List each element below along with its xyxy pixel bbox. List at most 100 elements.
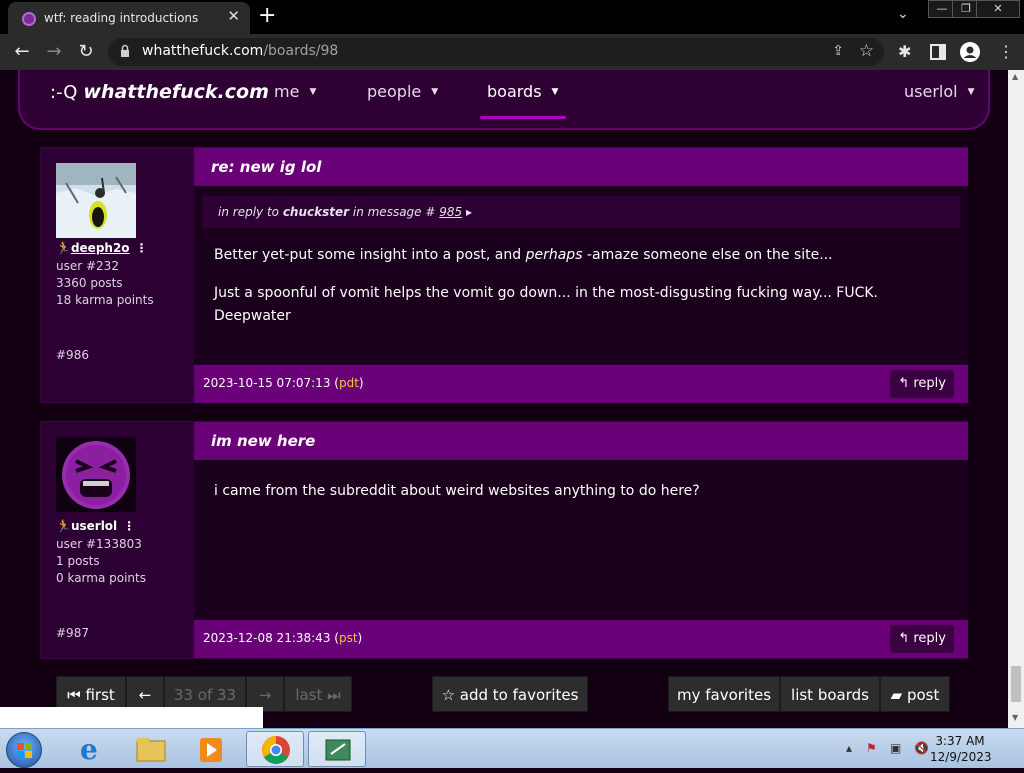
message-body: in reply to chuckster in message # 985 ▸…	[194, 186, 968, 364]
close-window-button[interactable]: ✕	[976, 0, 1020, 18]
message-number[interactable]: #987	[56, 626, 89, 640]
tab-title: wtf: reading introductions	[44, 11, 199, 25]
post-author-panel: 🏃userlol ⋮ user #133803 1 posts 0 karma p…	[41, 422, 193, 658]
user-id: user #133803	[56, 537, 142, 551]
message-number[interactable]: #986	[56, 348, 89, 362]
post-author[interactable]: 🏃userlol ⋮	[56, 519, 135, 533]
windows-taskbar: e ▴ ⚑ ▣ 🔇 3:37 AM 12/9/2023	[0, 728, 1024, 768]
user-karma: 18 karma points	[56, 293, 154, 307]
lock-icon	[121, 44, 129, 57]
message-body: i came from the subreddit about weird we…	[194, 460, 968, 620]
reload-icon[interactable]: ↻	[74, 40, 98, 64]
arrow-left-icon: ←	[138, 686, 152, 704]
skip-forward-icon: ⏭	[327, 686, 341, 704]
user-avatar-image[interactable]	[56, 163, 136, 238]
message-footer: 2023-10-15 07:07:13 (pdt) ↰ reply	[194, 365, 968, 403]
site-favicon-icon	[22, 12, 36, 26]
reply-arrow-icon: ↰	[898, 631, 914, 646]
post-986: 🏃deeph2o ⋮ user #232 3360 posts 18 karma …	[40, 147, 968, 403]
message-paragraph: Just a spoonful of vomit helps the vomit…	[214, 285, 879, 324]
forward-arrow-icon[interactable]: →	[42, 40, 66, 64]
runner-icon: 🏃	[56, 241, 71, 255]
clock-time: 3:37 AM	[935, 734, 985, 748]
scroll-up-icon[interactable]: ▲	[1012, 72, 1018, 81]
back-arrow-icon[interactable]: ←	[10, 40, 34, 64]
site-navbar: :-Q whatthefuck.com me ▼ people ▼ boards ▼ u…	[18, 70, 990, 130]
skip-back-icon: ⏮	[67, 686, 81, 704]
add-to-favorites-button[interactable]: ☆ add to favorites	[432, 676, 588, 712]
note-icon: ▰	[890, 686, 903, 704]
extensions-puzzle-icon[interactable]: ✱	[898, 42, 911, 61]
arrow-right-icon: →	[258, 686, 272, 704]
taskbar-app[interactable]	[308, 731, 366, 767]
user-id: user #232	[56, 259, 119, 273]
share-icon[interactable]: ⇪	[832, 43, 844, 59]
reply-button[interactable]: ↰ reply	[890, 625, 954, 653]
new-tab-button[interactable]: +	[258, 4, 276, 28]
nav-people[interactable]: people ▼	[367, 82, 438, 101]
side-panel-icon[interactable]	[930, 44, 946, 60]
address-bar[interactable]: whatthefuck.com/boards/98 ⇪ ☆	[108, 38, 884, 66]
runner-icon: 🏃	[56, 519, 71, 533]
tray-volume-icon[interactable]: 🔇	[914, 741, 929, 755]
nav-me[interactable]: me ▼	[274, 82, 316, 101]
caret-down-icon: ▼	[551, 87, 559, 97]
message-timestamp: 2023-12-08 21:38:43 (pst)	[203, 631, 363, 645]
tab-search-chevron-icon[interactable]: ⌄	[897, 6, 909, 22]
tab-close-icon[interactable]: ✕	[227, 7, 240, 25]
taskbar-explorer[interactable]	[122, 731, 180, 767]
media-player-icon	[200, 738, 222, 762]
post-987: 🏃userlol ⋮ user #133803 1 posts 0 karma p…	[40, 421, 968, 659]
message-subject: re: new ig lol	[211, 158, 322, 176]
user-avatar-image[interactable]	[56, 437, 136, 512]
last-page-button[interactable]: last ⏭	[284, 676, 352, 712]
browser-tab[interactable]: wtf: reading introductions ✕	[8, 2, 250, 34]
scrollbar-thumb[interactable]	[1011, 666, 1021, 702]
message-subject: im new here	[211, 432, 316, 450]
windows-logo-icon	[17, 743, 32, 758]
scroll-down-icon[interactable]: ▼	[1012, 713, 1018, 722]
page-viewport: :-Q whatthefuck.com me ▼ people ▼ boards ▼ u…	[0, 70, 1008, 728]
nav-user-menu[interactable]: userlol ▼	[904, 82, 975, 101]
profile-avatar-icon[interactable]	[960, 42, 980, 62]
message-footer: 2023-12-08 21:38:43 (pst) ↰ reply	[194, 620, 968, 658]
bookmark-star-icon[interactable]: ☆	[859, 41, 874, 61]
taskbar-chrome[interactable]	[246, 731, 304, 767]
caret-down-icon: ▼	[967, 87, 975, 97]
browser-tab-strip: wtf: reading introductions ✕ + ⌄ — ❐ ✕	[0, 0, 1024, 34]
nav-boards[interactable]: boards ▼	[487, 82, 558, 101]
site-logo[interactable]: :-Q whatthefuck.com	[50, 81, 269, 103]
message-paragraph: i came from the subreddit about weird we…	[214, 483, 700, 499]
user-karma: 0 karma points	[56, 571, 146, 585]
user-menu-kebab-icon[interactable]: ⋮	[123, 519, 135, 533]
user-post-count: 1 posts	[56, 554, 100, 568]
user-post-count: 3360 posts	[56, 276, 123, 290]
reply-ref-link[interactable]: 985	[439, 205, 462, 219]
post-author[interactable]: 🏃deeph2o ⋮	[56, 241, 148, 255]
svg-text:e: e	[80, 733, 98, 766]
message-paragraph: Better yet-put some insight into a post,…	[214, 247, 833, 263]
browser-menu-kebab-icon[interactable]: ⋮	[998, 42, 1014, 61]
play-arrow-icon: ▸	[462, 205, 472, 219]
message-timestamp: 2023-10-15 07:07:13 (pdt)	[203, 376, 364, 390]
user-menu-kebab-icon[interactable]: ⋮	[136, 241, 148, 255]
tray-expand-icon[interactable]: ▴	[846, 741, 852, 755]
blank-overlay	[0, 707, 263, 728]
my-favorites-button[interactable]: my favorites	[668, 676, 780, 712]
tray-flag-icon[interactable]: ⚑	[866, 741, 877, 755]
folder-icon	[136, 738, 166, 762]
taskbar-media-player[interactable]	[182, 731, 240, 767]
chrome-icon	[262, 736, 290, 764]
in-reply-to-bar: in reply to chuckster in message # 985 ▸	[202, 196, 960, 228]
system-clock[interactable]: 3:37 AM 12/9/2023	[930, 733, 992, 765]
tray-network-icon[interactable]: ▣	[890, 741, 901, 755]
new-post-button[interactable]: ▰ post	[880, 676, 950, 712]
app-window-icon	[325, 739, 351, 761]
list-boards-button[interactable]: list boards	[780, 676, 880, 712]
caret-down-icon: ▼	[431, 87, 439, 97]
star-icon: ☆	[441, 686, 456, 704]
taskbar-ie[interactable]: e	[62, 731, 120, 767]
start-button[interactable]	[6, 732, 42, 768]
page-scrollbar[interactable]: ▲ ▼	[1008, 70, 1024, 728]
reply-button[interactable]: ↰ reply	[890, 370, 954, 398]
